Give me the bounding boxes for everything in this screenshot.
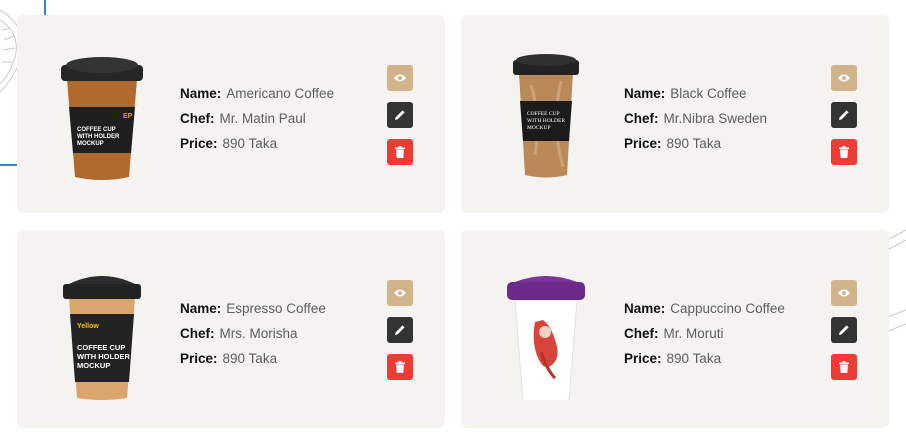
coffee-cup-image: COFFEE CUP WITH HOLDER MOCKUP EP: [61, 57, 143, 180]
coffee-cup-image: [507, 276, 585, 400]
trash-icon: [839, 146, 849, 158]
cup-brand: Yellow: [77, 323, 99, 330]
delete-button[interactable]: [831, 139, 857, 165]
chef-row: Chef: Mr.Nibra Sweden: [624, 106, 767, 131]
name-row: Name: Black Coffee: [624, 81, 767, 106]
cup-print-line: COFFEE CUP: [77, 127, 116, 133]
trash-icon: [395, 361, 405, 373]
price-row: Price: 890 Taka: [624, 346, 785, 371]
coffee-details: Name: Espresso Coffee Chef: Mrs. Morisha P…: [180, 296, 326, 371]
name-row: Name: Cappuccino Coffee: [624, 296, 785, 321]
coffee-card: COFFEE CUP WITH HOLDER MOCKUP EP Name: Am…: [17, 15, 445, 213]
delete-button[interactable]: [387, 354, 413, 380]
coffee-cup-image: COFFEE CUP WITH HOLDER MOCKUP: [513, 54, 579, 178]
view-button[interactable]: [831, 65, 857, 91]
cup-print-line: MOCKUP: [527, 125, 551, 131]
chef-row: Chef: Mrs. Morisha: [180, 321, 326, 346]
coffee-details: Name: Black Coffee Chef: Mr.Nibra Sweden P…: [624, 81, 767, 156]
chef-name: Mr.Nibra Sweden: [663, 111, 768, 126]
coffee-details: Name: Americano Coffee Chef: Mr. Matin Pau…: [180, 81, 334, 156]
chef-row: Chef: Mr. Matin Paul: [180, 106, 334, 131]
cup-logo: EP: [123, 113, 133, 120]
coffee-price: 890 Taka: [222, 351, 278, 366]
price-row: Price: 890 Taka: [180, 346, 326, 371]
eye-icon: [838, 74, 850, 82]
pencil-icon: [839, 110, 849, 120]
action-buttons: [387, 65, 413, 176]
coffee-card: Yellow COFFEE CUP WITH HOLDER MOCKUP Nam…: [17, 230, 445, 428]
chef-label: Chef:: [624, 326, 659, 341]
coffee-price: 890 Taka: [666, 136, 722, 151]
name-row: Name: Espresso Coffee: [180, 296, 326, 321]
coffee-card: Name: Cappuccino Coffee Chef: Mr. Moruti P…: [461, 230, 889, 428]
coffee-card: COFFEE CUP WITH HOLDER MOCKUP Name: Black…: [461, 15, 889, 213]
name-label: Name:: [624, 86, 666, 101]
coffee-details: Name: Cappuccino Coffee Chef: Mr. Moruti P…: [624, 296, 785, 371]
cup-print-line: WITH HOLDER: [77, 134, 120, 140]
name-label: Name:: [180, 301, 222, 316]
edit-button[interactable]: [387, 102, 413, 128]
eye-icon: [394, 289, 406, 297]
coffee-name: Espresso Coffee: [226, 301, 326, 316]
chef-name: Mr. Moruti: [663, 326, 724, 341]
edit-button[interactable]: [831, 317, 857, 343]
pencil-icon: [395, 325, 405, 335]
price-row: Price: 890 Taka: [624, 131, 767, 156]
trash-icon: [395, 146, 405, 158]
action-buttons: [387, 280, 413, 391]
chef-name: Mrs. Morisha: [219, 326, 298, 341]
edit-button[interactable]: [831, 102, 857, 128]
action-buttons: [831, 280, 857, 391]
name-label: Name:: [180, 86, 222, 101]
cup-print-line: WITH HOLDER: [527, 118, 565, 124]
name-label: Name:: [624, 301, 666, 316]
cup-print-line: MOCKUP: [77, 141, 104, 147]
name-row: Name: Americano Coffee: [180, 81, 334, 106]
trash-icon: [839, 361, 849, 373]
cup-print-line: COFFEE CUP: [527, 111, 560, 117]
price-label: Price:: [624, 136, 662, 151]
pencil-icon: [839, 325, 849, 335]
action-buttons: [831, 65, 857, 176]
chef-label: Chef:: [180, 326, 215, 341]
view-button[interactable]: [387, 65, 413, 91]
cup-print-line: WITH HOLDER: [77, 352, 130, 361]
delete-button[interactable]: [387, 139, 413, 165]
coffee-price: 890 Taka: [222, 136, 278, 151]
view-button[interactable]: [387, 280, 413, 306]
price-label: Price:: [180, 351, 218, 366]
coffee-name: Cappuccino Coffee: [670, 301, 785, 316]
edit-button[interactable]: [387, 317, 413, 343]
cup-print-line: COFFEE CUP: [77, 343, 125, 352]
price-label: Price:: [624, 351, 662, 366]
chef-name: Mr. Matin Paul: [219, 111, 306, 126]
chef-row: Chef: Mr. Moruti: [624, 321, 785, 346]
price-row: Price: 890 Taka: [180, 131, 334, 156]
price-label: Price:: [180, 136, 218, 151]
coffee-name: Black Coffee: [670, 86, 747, 101]
coffee-cup-image: Yellow COFFEE CUP WITH HOLDER MOCKUP: [63, 276, 141, 400]
chef-label: Chef:: [624, 111, 659, 126]
cup-print-line: MOCKUP: [77, 361, 110, 370]
pencil-icon: [395, 110, 405, 120]
view-button[interactable]: [831, 280, 857, 306]
coffee-name: Americano Coffee: [226, 86, 335, 101]
coffee-price: 890 Taka: [666, 351, 722, 366]
chef-label: Chef:: [180, 111, 215, 126]
eye-icon: [838, 289, 850, 297]
eye-icon: [394, 74, 406, 82]
delete-button[interactable]: [831, 354, 857, 380]
